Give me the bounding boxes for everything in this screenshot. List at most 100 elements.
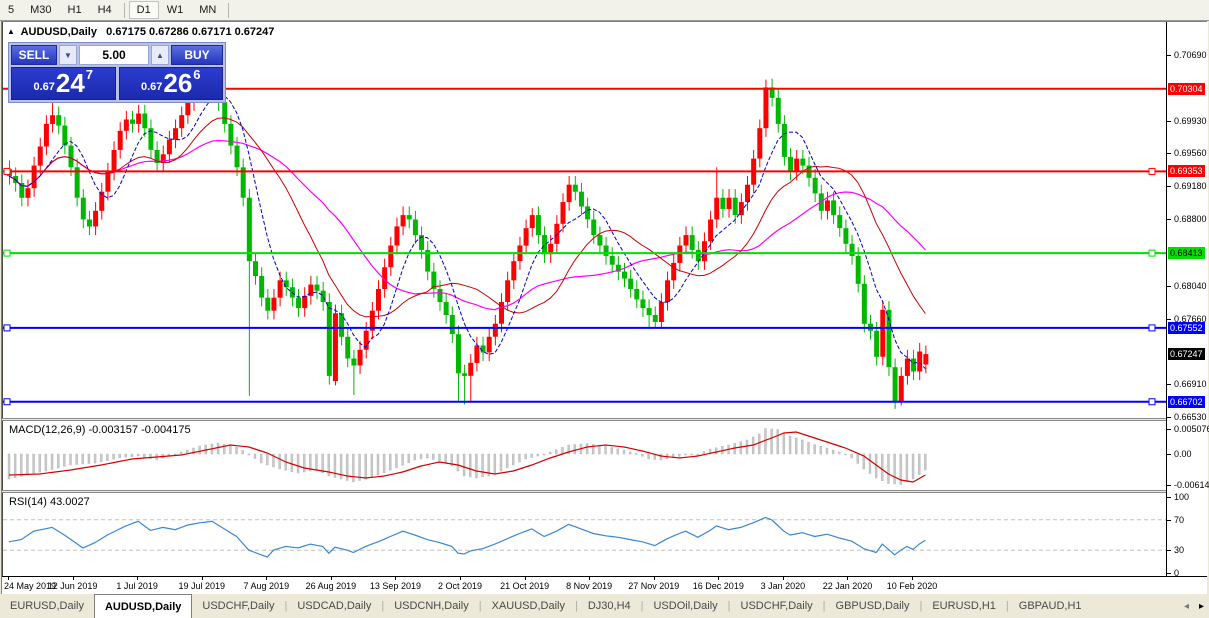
timeframe-button-mn[interactable]: MN [191,1,224,19]
sell-price-big: 24 [56,71,85,96]
price-axis-tick: 0.69930 [1174,116,1207,126]
rsi-scale-tick: 100 [1174,492,1189,502]
ma-slow-line [9,141,925,310]
price-level-badge[interactable]: 0.67552 [1168,322,1205,334]
axis-tick-mark [1167,485,1171,486]
price-level-badge[interactable]: 0.70304 [1168,83,1205,95]
buy-price-button[interactable]: 0.67 26 6 [119,67,224,100]
date-label: 1 Jul 2019 [116,581,158,591]
tab-usdoil-daily[interactable]: USDOil,Daily [643,594,727,618]
axis-tick-mark [1167,550,1171,551]
timeframe-button-m30[interactable]: M30 [22,1,59,19]
buy-button[interactable]: BUY [171,45,223,65]
line-handle[interactable] [1149,399,1155,405]
line-handle[interactable] [4,399,10,405]
sell-button[interactable]: SELL [11,45,57,65]
date-label: 16 Dec 2019 [693,581,744,591]
axis-tick-mark [1167,286,1171,287]
tab-usdchf-daily[interactable]: USDCHF,Daily [731,594,823,618]
rsi-scale-tick: 30 [1174,545,1184,555]
tab-usdcnh-daily[interactable]: USDCNH,Daily [384,594,479,618]
tab-xauusd-daily[interactable]: XAUUSD,Daily [482,594,575,618]
price-axis-tick: 0.70690 [1174,50,1207,60]
axis-tick-mark [1167,219,1171,220]
tab-gbpaud-h1[interactable]: GBPAUD,H1 [1009,594,1092,618]
date-axis[interactable]: 24 May 201912 Jun 20191 Jul 201919 Jul 2… [2,576,1207,595]
tab-gbpusd-daily[interactable]: GBPUSD,Daily [826,594,920,618]
macd-scale-tick: 0.00 [1174,449,1192,459]
axis-tick-mark [1167,384,1171,385]
tab-eurusd-daily[interactable]: EURUSD,Daily [0,594,94,618]
symbol-title: AUDUSD,Daily [21,26,97,38]
line-handle[interactable] [4,325,10,331]
date-tick-mark [847,577,848,580]
toolbar-separator [228,3,229,18]
ohlc-quote-values: 0.67175 0.67286 0.67171 0.67247 [106,26,274,38]
date-label: 7 Aug 2019 [244,581,290,591]
price-level-badge[interactable]: 0.66702 [1168,396,1205,408]
line-handle[interactable] [4,168,10,174]
chart-tab-bar: EURUSD,DailyAUDUSD,DailyUSDCHF,Daily|USD… [0,594,1209,618]
axis-tick-mark [1167,454,1171,455]
date-tick-mark [8,577,9,580]
tab-eurusd-h1[interactable]: EURUSD,H1 [922,594,1006,618]
axis-tick-mark [1167,573,1171,574]
candles [7,72,928,409]
line-handle[interactable] [1149,250,1155,256]
price-axis-tick: 0.69180 [1174,181,1207,191]
volume-decrease-button[interactable]: ▼ [59,45,77,65]
axis-tick-mark [1167,121,1171,122]
timeframe-button-h4[interactable]: H4 [90,1,120,19]
sell-price-button[interactable]: 0.67 24 7 [11,67,116,100]
date-tick-mark [395,577,396,580]
timeframe-button-w1[interactable]: W1 [159,1,192,19]
date-label: 8 Nov 2019 [566,581,612,591]
price-axis-tick: 0.66530 [1174,412,1207,422]
date-tick-mark [912,577,913,580]
macd-histogram [8,429,926,485]
date-tick-mark [718,577,719,580]
toolbar-separator [124,3,125,18]
chart-header: ▲ AUDUSD,Daily 0.67175 0.67286 0.67171 0… [7,26,274,38]
line-handle[interactable] [1149,168,1155,174]
tab-scroll-right-icon[interactable]: ▸ [1199,601,1204,612]
rsi-canvas [3,493,1167,576]
date-label: 10 Feb 2020 [887,581,938,591]
price-axis[interactable]: 0.706900.699300.695600.691800.688000.680… [1166,22,1208,576]
macd-indicator-pane: MACD(12,26,9) -0.003157 -0.004175 [2,421,1167,490]
tab-usdchf-daily[interactable]: USDCHF,Daily [192,594,284,618]
macd-scale-tick: 0.005076 [1174,424,1209,434]
rsi-indicator-pane: RSI(14) 43.0027 [2,493,1167,576]
date-tick-mark [654,577,655,580]
timeframe-button-h1[interactable]: H1 [60,1,90,19]
one-click-trading-panel: SELL ▼ ▲ BUY 0.67 24 7 0.67 26 6 [8,42,226,103]
price-level-badge[interactable]: 0.69353 [1168,165,1205,177]
tab-usdcad-daily[interactable]: USDCAD,Daily [287,594,381,618]
date-tick-mark [783,577,784,580]
line-handle[interactable] [4,250,10,256]
tab-scroll-left-icon[interactable]: ◂ [1184,601,1189,612]
sell-price-prefix: 0.67 [33,81,54,96]
price-level-badge[interactable]: 0.68413 [1168,247,1205,259]
timeframe-button-d1[interactable]: D1 [129,1,159,19]
date-label: 21 Oct 2019 [500,581,549,591]
buy-price-big: 26 [163,71,192,96]
date-tick-mark [137,577,138,580]
current-price-badge: 0.67247 [1168,348,1205,360]
volume-increase-button[interactable]: ▲ [151,45,169,65]
buy-price-pip: 6 [193,69,200,81]
rsi-scale-tick: 70 [1174,515,1184,525]
price-axis-tick: 0.66910 [1174,379,1207,389]
axis-tick-mark [1167,429,1171,430]
tab-dj30-h4[interactable]: DJ30,H4 [578,594,641,618]
line-handle[interactable] [1149,325,1155,331]
timeframe-button-5[interactable]: 5 [0,1,22,19]
tab-audusd-daily[interactable]: AUDUSD,Daily [94,594,192,618]
date-label: 26 Aug 2019 [306,581,357,591]
date-label: 19 Jul 2019 [178,581,225,591]
date-tick-mark [266,577,267,580]
collapse-panel-icon[interactable]: ▲ [7,27,15,36]
axis-tick-mark [1167,153,1171,154]
macd-signal-line [9,432,925,482]
volume-input[interactable] [79,45,149,65]
